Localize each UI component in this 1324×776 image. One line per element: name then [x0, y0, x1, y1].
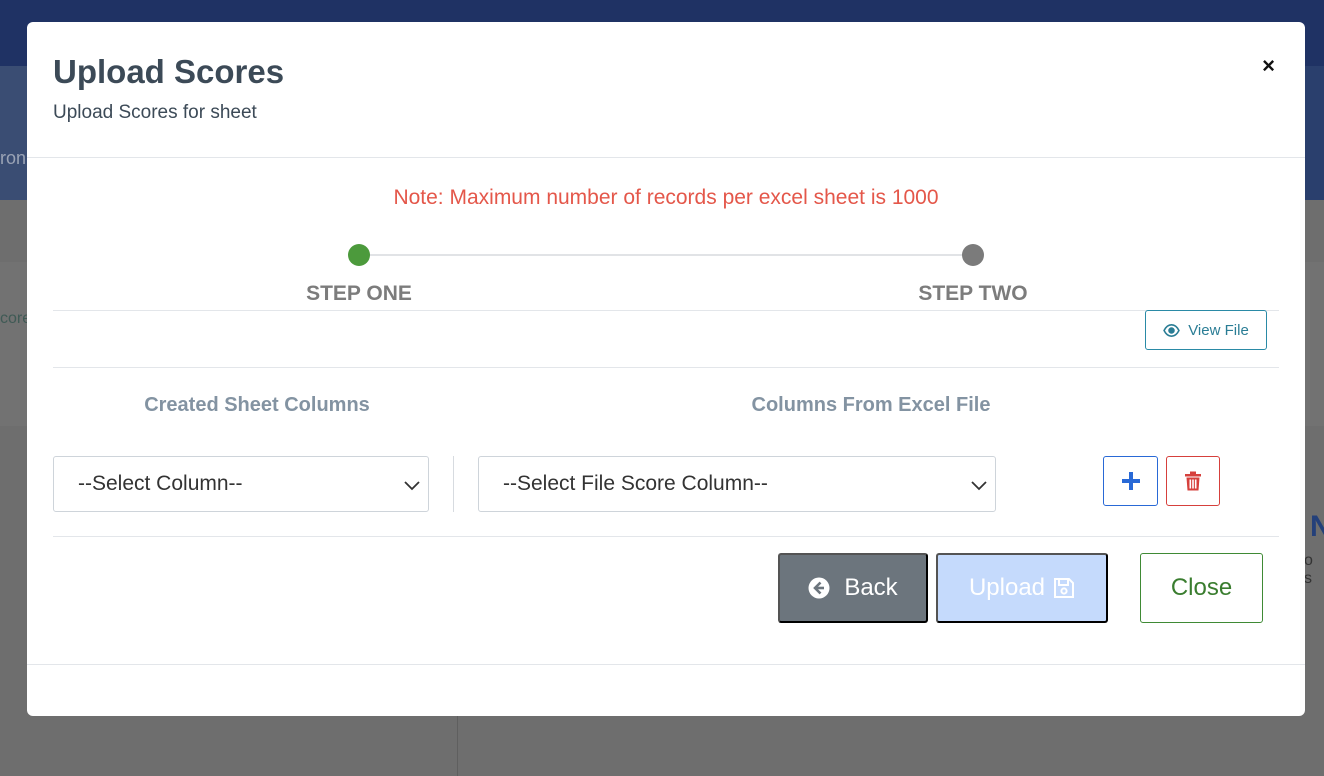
plus-icon [1121, 472, 1140, 490]
sheet-column-select[interactable]: --Select Column-- [53, 456, 429, 512]
chevron-down-icon [404, 481, 420, 491]
sheet-column-select-value: --Select Column-- [78, 472, 243, 495]
modal-header: Upload Scores Upload Scores for sheet × [27, 22, 1305, 158]
arrow-left-circle-icon [808, 577, 830, 599]
upload-scores-modal: Upload Scores Upload Scores for sheet × … [27, 22, 1305, 716]
modal-footer-divider [27, 664, 1305, 665]
created-sheet-columns-header: Created Sheet Columns [144, 394, 370, 416]
stepper-line [359, 254, 973, 256]
stepper: STEP ONE STEP TWO [27, 232, 1305, 312]
divider [53, 367, 1279, 368]
modal-subtitle: Upload Scores for sheet [53, 102, 257, 123]
background-text-fragment: N [1310, 510, 1324, 543]
chevron-down-icon [971, 481, 987, 491]
step-two-indicator [962, 244, 984, 266]
background-text-fragment: o s [1304, 552, 1313, 587]
divider [53, 310, 1279, 311]
records-limit-note: Note: Maximum number of records per exce… [393, 186, 939, 209]
background-text-fragment: ron [0, 148, 27, 168]
back-button[interactable]: Back [778, 553, 928, 623]
add-row-button[interactable] [1103, 456, 1158, 506]
divider [53, 536, 1279, 537]
trash-icon [1185, 471, 1201, 491]
upload-button-label: Upload [968, 574, 1046, 601]
back-button-label: Back [844, 574, 898, 601]
modal-title: Upload Scores [53, 53, 285, 90]
delete-row-button[interactable] [1166, 456, 1220, 506]
file-score-column-select[interactable]: --Select File Score Column-- [478, 456, 996, 512]
step-one-label: STEP ONE [306, 282, 412, 305]
step-one-indicator [348, 244, 370, 266]
floppy-disk-icon [1054, 578, 1075, 598]
step-two-label: STEP TWO [918, 282, 1028, 305]
column-separator [453, 456, 454, 512]
file-score-column-select-value: --Select File Score Column-- [503, 472, 768, 495]
view-file-button[interactable]: View File [1145, 310, 1267, 350]
excel-columns-header: Columns From Excel File [751, 394, 991, 416]
eye-icon [1163, 323, 1181, 337]
view-file-label: View File [1188, 321, 1249, 339]
modal-close-icon[interactable]: × [1262, 54, 1275, 78]
close-button[interactable]: Close [1140, 553, 1263, 623]
upload-button[interactable]: Upload [936, 553, 1108, 623]
